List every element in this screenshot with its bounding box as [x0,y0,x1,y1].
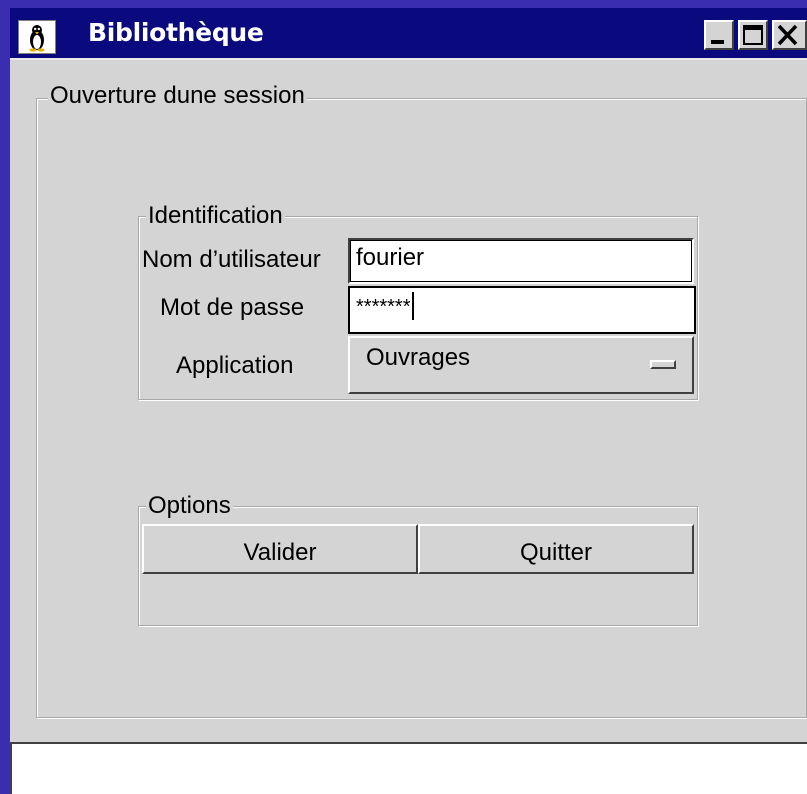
status-bar [10,742,807,794]
maximize-icon [743,25,763,45]
application-selected-value: Ouvrages [366,344,471,371]
validate-button[interactable]: Valider [142,524,418,574]
close-button[interactable] [772,20,807,50]
session-group-title: Ouverture dune session [48,82,307,110]
username-field[interactable]: fourier [348,238,694,284]
text-caret [412,292,415,320]
minimize-button[interactable] [704,20,734,50]
password-label: Mot de passe [160,294,305,321]
penguin-icon[interactable] [18,20,56,54]
password-value: ******* [356,296,411,318]
password-field[interactable]: ******* [348,286,696,334]
application-select[interactable]: Ouvrages [348,336,694,394]
quit-button[interactable]: Quitter [418,524,694,574]
options-group-title: Options [146,492,233,520]
window-title: Bibliothèque [88,18,264,47]
title-bar[interactable]: Bibliothèque [10,8,807,60]
maximize-button[interactable] [738,20,768,50]
application-label: Application [176,352,294,379]
close-icon [777,24,798,46]
username-value: fourier [356,244,425,271]
login-window: Bibliothèque Ouverture dune session Iden… [10,8,807,794]
identification-group-title: Identification [146,202,285,230]
username-label: Nom d’utilisateur [142,246,321,273]
minimize-icon [711,40,724,44]
option-menu-indicator-icon [650,360,676,369]
